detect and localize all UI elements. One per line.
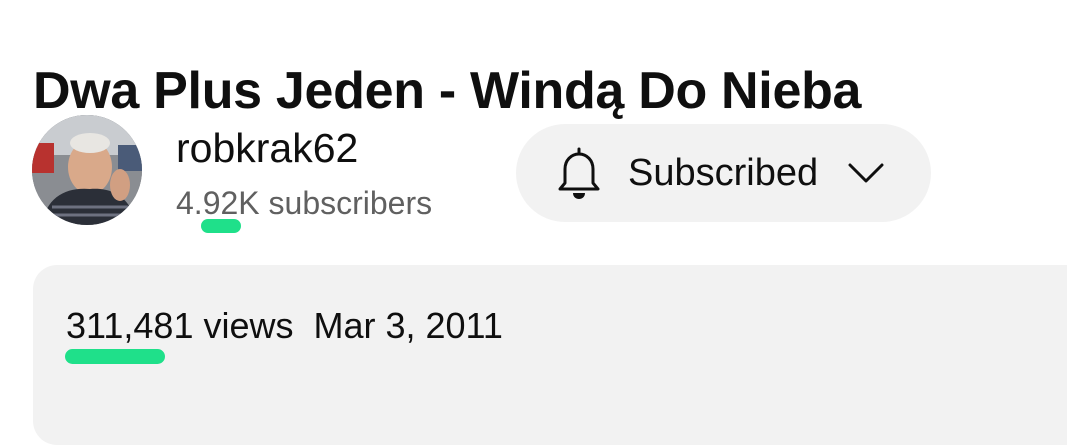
subscribed-button[interactable]: Subscribed bbox=[516, 124, 931, 222]
chevron-down-icon bbox=[848, 163, 884, 183]
video-meta: 311,481 views Mar 3, 2011 bbox=[66, 304, 503, 348]
channel-avatar[interactable] bbox=[32, 115, 142, 225]
subscriber-count-highlight bbox=[201, 219, 241, 233]
view-count: 311,481 views bbox=[66, 305, 294, 346]
subscriber-count: 4.92K subscribers bbox=[176, 185, 433, 221]
view-count-highlight bbox=[65, 349, 165, 364]
channel-name[interactable]: robkrak62 bbox=[176, 124, 358, 172]
video-title: Dwa Plus Jeden - Windą Do Nieba bbox=[33, 61, 862, 120]
subscribed-label: Subscribed bbox=[628, 151, 819, 194]
bell-icon bbox=[558, 147, 600, 199]
upload-date: Mar 3, 2011 bbox=[313, 305, 503, 346]
avatar-photo-icon bbox=[32, 115, 142, 225]
description-box[interactable] bbox=[33, 265, 1067, 445]
